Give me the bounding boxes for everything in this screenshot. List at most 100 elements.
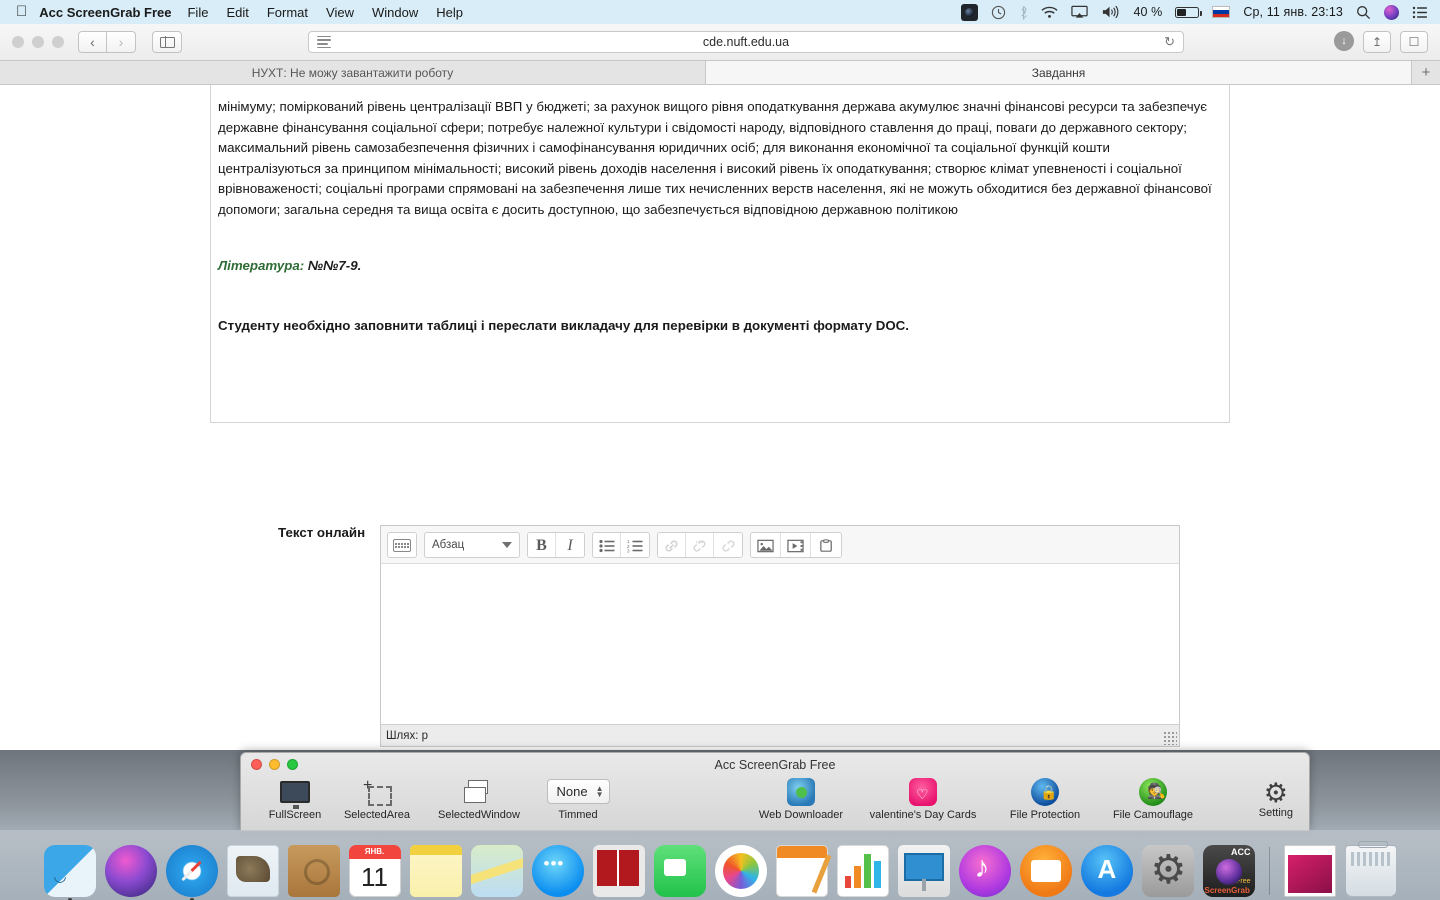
dock-item-numbers[interactable] (836, 845, 889, 897)
numbered-list-icon[interactable]: 123 (621, 532, 649, 557)
downloads-icon[interactable]: ↓ (1334, 31, 1354, 51)
online-text-label: Текст онлайн (278, 525, 366, 540)
web-downloader-button[interactable]: Web Downloader (749, 777, 853, 821)
dock-item-app-store[interactable] (1080, 845, 1133, 897)
file-protection-button[interactable]: 🔒 File Protection (993, 777, 1097, 821)
menu-app-name[interactable]: Acc ScreenGrab Free (39, 5, 171, 20)
file-camouflage-button[interactable]: 🕵 File Camouflage (1097, 777, 1209, 821)
rich-text-editor[interactable]: Абзац B I 123 Шлях: p (380, 525, 1180, 747)
dock-item-notes[interactable] (409, 845, 462, 897)
battery-icon[interactable] (1175, 4, 1202, 20)
wifi-icon[interactable] (1041, 4, 1058, 20)
menu-item-help[interactable]: Help (436, 5, 463, 20)
calendar-day-label: 11 (361, 862, 388, 892)
menu-item-file[interactable]: File (187, 5, 208, 20)
sidebar-icon[interactable] (152, 31, 182, 53)
dock-item-finder[interactable] (43, 845, 96, 900)
menu-item-edit[interactable]: Edit (226, 5, 248, 20)
close-icon[interactable] (251, 759, 262, 770)
bullet-list-icon[interactable] (593, 532, 621, 557)
fullscreen-capture-button[interactable]: FullScreen (259, 777, 331, 821)
dock-item-photo-booth[interactable] (592, 845, 645, 897)
valentines-cards-button[interactable]: ♡ valentine's Day Cards (853, 777, 993, 821)
dock-item-trash[interactable] (1344, 841, 1397, 897)
keyboard-icon[interactable] (388, 532, 416, 557)
bluetooth-icon[interactable] (1019, 4, 1028, 20)
dock-item-safari[interactable] (165, 845, 218, 900)
paragraph-format-value: Абзац (432, 538, 465, 551)
dock-item-pages[interactable] (775, 845, 828, 897)
tab-overview-icon[interactable]: ☐ (1400, 31, 1428, 53)
apple-menu-icon[interactable]:  (8, 4, 39, 21)
dock-item-document-file[interactable] (1283, 845, 1336, 897)
dock-item-maps[interactable] (470, 845, 523, 897)
anchor-icon (714, 532, 742, 557)
minimize-icon[interactable] (32, 36, 44, 48)
bold-icon[interactable]: B (528, 532, 556, 557)
insert-group[interactable] (750, 531, 842, 558)
zoom-icon[interactable] (287, 759, 298, 770)
screengrab-window: Acc ScreenGrab Free FullScreen SelectedA… (240, 752, 1310, 832)
selectedwindow-capture-button[interactable]: SelectedWindow (423, 777, 535, 821)
tab-zavdannya[interactable]: Завдання (706, 61, 1412, 84)
dock-item-siri[interactable] (104, 845, 157, 897)
close-icon[interactable] (12, 36, 24, 48)
heart-icon: ♡ (909, 777, 937, 807)
camera-icon[interactable] (961, 3, 979, 21)
dock-item-keynote[interactable] (897, 845, 950, 897)
forward-icon[interactable]: › (107, 31, 136, 53)
address-bar[interactable]: cde.nuft.edu.ua ↻ (308, 31, 1184, 53)
window-traffic-lights[interactable] (12, 36, 64, 48)
dock-item-mail[interactable] (226, 845, 279, 897)
stepper-icon[interactable]: ▲ ▼ (596, 784, 604, 798)
zoom-icon[interactable] (52, 36, 64, 48)
paragraph-format-select[interactable]: Абзац (424, 531, 520, 558)
back-icon[interactable]: ‹ (78, 31, 107, 53)
editor-textarea[interactable] (381, 564, 1179, 724)
control-center-icon[interactable] (1412, 4, 1428, 20)
media-icon[interactable] (781, 532, 811, 557)
paste-icon[interactable] (811, 532, 841, 557)
search-icon[interactable] (1356, 4, 1371, 20)
list-group[interactable]: 123 (592, 531, 650, 558)
file-camouflage-label: File Camouflage (1112, 809, 1194, 821)
new-tab-button[interactable]: + (1412, 61, 1440, 84)
dock-item-contacts[interactable] (287, 845, 340, 897)
share-icon[interactable]: ↥ (1363, 31, 1391, 53)
dock-item-photos[interactable] (714, 845, 767, 897)
image-icon[interactable] (751, 532, 781, 557)
reload-icon[interactable]: ↻ (1164, 34, 1175, 50)
minimize-icon[interactable] (269, 759, 280, 770)
dock-item-itunes[interactable] (958, 845, 1011, 897)
flag-ru-icon[interactable] (1212, 4, 1231, 20)
dock-item-acc-screengrab[interactable]: ACC Free ScreenGrab (1202, 845, 1255, 897)
timer-select[interactable]: None ▲ ▼ (546, 779, 610, 804)
reader-icon[interactable] (317, 35, 331, 49)
airplay-icon[interactable] (1071, 4, 1089, 20)
menu-item-format[interactable]: Format (267, 5, 308, 20)
dock-item-ibooks[interactable] (1019, 845, 1072, 897)
resize-handle[interactable] (1163, 731, 1177, 745)
dock-item-calendar[interactable]: ЯНВ. 11 (348, 845, 401, 897)
time-machine-icon[interactable] (991, 4, 1006, 20)
tab-nuht-error[interactable]: НУХТ: Не можу завантажити роботу (0, 61, 706, 84)
timed-capture-control[interactable]: None ▲ ▼ Timmed (535, 777, 621, 821)
screengrab-traffic-lights[interactable] (251, 759, 298, 770)
dock-item-system-preferences[interactable] (1141, 845, 1194, 897)
siri-icon[interactable] (1384, 4, 1399, 20)
dock-item-messages[interactable] (531, 845, 584, 897)
text-style-group[interactable]: B I (527, 531, 585, 558)
menu-bar:  Acc ScreenGrab Free File Edit Format V… (0, 0, 1440, 24)
menu-bar-clock[interactable]: Ср, 11 янв. 23:13 (1243, 5, 1343, 19)
url-text[interactable]: cde.nuft.edu.ua (309, 35, 1183, 49)
menu-item-view[interactable]: View (326, 5, 354, 20)
menu-item-window[interactable]: Window (372, 5, 418, 20)
setting-button[interactable]: ⚙ Setting (1259, 779, 1293, 819)
volume-icon[interactable] (1101, 4, 1120, 20)
keyboard-group[interactable] (387, 531, 417, 558)
navigation-buttons[interactable]: ‹ › (78, 31, 136, 53)
screengrab-title-bar: Acc ScreenGrab Free (241, 753, 1309, 777)
italic-icon[interactable]: I (556, 532, 584, 557)
dock-item-facetime[interactable] (653, 845, 706, 897)
selectedarea-capture-button[interactable]: SelectedArea (331, 777, 423, 821)
